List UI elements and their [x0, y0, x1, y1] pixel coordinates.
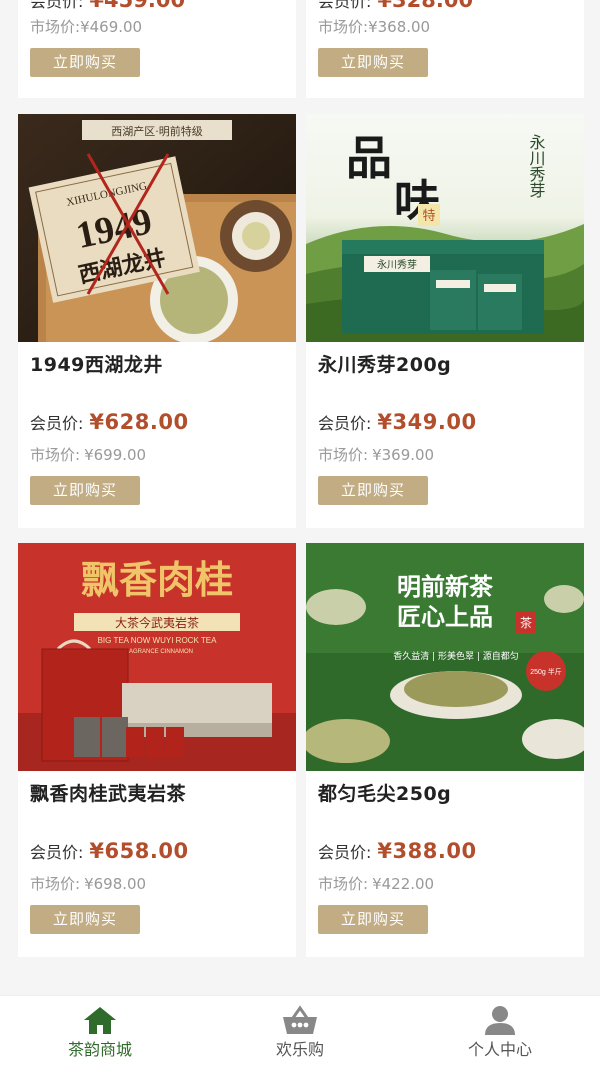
person-icon: [485, 1006, 515, 1035]
market-price-row: 市场价: ¥369.00: [318, 444, 434, 465]
product-name[interactable]: 飘香肉桂武夷岩茶: [30, 779, 186, 806]
member-price: ¥349.00: [377, 410, 477, 434]
product-card-top-left[interactable]: 会员价: ¥459.00 市场价:¥469.00 立即购买: [18, 0, 296, 98]
member-price-row: 会员价: ¥388.00: [318, 839, 477, 863]
member-price: ¥459.00: [89, 0, 186, 12]
member-price: ¥658.00: [89, 839, 189, 863]
basket-icon: [283, 1005, 317, 1034]
product-name[interactable]: 1949西湖龙井: [30, 350, 163, 377]
image-text-banner: 西湖产区·明前特级: [111, 124, 203, 138]
tab-label: 欢乐购: [275, 1040, 324, 1059]
market-price-label: 市场价:: [318, 446, 369, 464]
market-price-row: 市场价: ¥422.00: [318, 873, 434, 894]
image-text-title: 飘香肉桂: [81, 557, 233, 602]
product-card[interactable]: 飘香肉桂 大茶今武夷岩茶 BIG TEA NOW WUYI ROCK TEA F…: [18, 543, 296, 957]
member-price-label: 会员价:: [30, 414, 84, 433]
member-price-label: 会员价:: [318, 414, 372, 433]
market-price: ¥422.00: [372, 875, 435, 893]
buy-now-button[interactable]: 立即购买: [318, 48, 428, 77]
product-card[interactable]: 品 味 特 永川秀芽 永川秀芽 永川秀芽200g 会员价: ¥349.00 市场价…: [306, 114, 584, 528]
image-text-slogan: 香久益清 | 形美色翠 | 源自都匀: [393, 650, 519, 662]
market-price-label: 市场价:: [318, 18, 369, 36]
market-price-label: 市场价:: [30, 18, 81, 36]
member-price-row: 会员价: ¥658.00: [30, 839, 189, 863]
tab-personal-center[interactable]: 个人中心: [400, 996, 600, 1067]
image-text-vertical: 永川秀芽: [527, 134, 546, 198]
product-image[interactable]: 品 味 特 永川秀芽 永川秀芽: [306, 114, 584, 342]
member-price-row: 会员价: ¥328.00: [318, 0, 473, 12]
product-name[interactable]: 永川秀芽200g: [318, 350, 451, 377]
buy-now-button[interactable]: 立即购买: [30, 905, 140, 934]
market-price: ¥698.00: [84, 875, 147, 893]
tab-happy-shopping[interactable]: 欢乐购: [200, 996, 400, 1067]
member-price-label: 会员价:: [30, 0, 84, 11]
market-price-row: 市场价:¥368.00: [318, 16, 430, 37]
market-price: ¥368.00: [368, 18, 431, 36]
market-price: ¥369.00: [372, 446, 435, 464]
buy-now-button[interactable]: 立即购买: [318, 905, 428, 934]
market-price-label: 市场价:: [30, 446, 81, 464]
tab-tea-mall[interactable]: 茶韵商城: [0, 996, 200, 1067]
buy-now-button[interactable]: 立即购买: [30, 48, 140, 77]
product-name[interactable]: 都匀毛尖250g: [318, 779, 451, 806]
image-text-sub: 大茶今武夷岩茶: [115, 615, 199, 630]
member-price-label: 会员价:: [30, 843, 84, 862]
member-price: ¥388.00: [377, 839, 477, 863]
image-text-big1: 品: [346, 131, 392, 185]
product-image[interactable]: 飘香肉桂 大茶今武夷岩茶 BIG TEA NOW WUYI ROCK TEA F…: [18, 543, 296, 771]
market-price: ¥699.00: [84, 446, 147, 464]
member-price-label: 会员价:: [318, 843, 372, 862]
image-text-seal: 特: [422, 209, 435, 224]
buy-now-button[interactable]: 立即购买: [30, 476, 140, 505]
market-price: ¥469.00: [80, 18, 143, 36]
image-text-box: 永川秀芽: [377, 258, 417, 271]
member-price-label: 会员价:: [318, 0, 372, 11]
member-price-row: 会员价: ¥459.00: [30, 0, 185, 12]
market-price-row: 市场价: ¥699.00: [30, 444, 146, 465]
image-text-en2: FRAGRANCE CINNAMON: [121, 649, 193, 655]
image-text-en: BIG TEA NOW WUYI ROCK TEA: [98, 636, 217, 645]
image-text-tag: 250g 半斤: [530, 667, 562, 676]
member-price-row: 会员价: ¥628.00: [30, 410, 189, 434]
bottom-tab-bar: 茶韵商城 欢乐购 个人中心: [0, 995, 600, 1067]
market-price-label: 市场价:: [318, 875, 369, 893]
member-price-row: 会员价: ¥349.00: [318, 410, 477, 434]
member-price: ¥328.00: [377, 0, 474, 12]
image-text-line1: 明前新茶: [397, 573, 494, 601]
product-card[interactable]: 明前新茶 匠心上品 茶 香久益清 | 形美色翠 | 源自都匀 250g 半斤 都…: [306, 543, 584, 957]
tab-label: 个人中心: [467, 1040, 532, 1059]
market-price-row: 市场价: ¥698.00: [30, 873, 146, 894]
image-text-seal: 茶: [520, 615, 532, 630]
image-text-line2: 匠心上品: [397, 603, 493, 631]
product-card-top-right[interactable]: 会员价: ¥328.00 市场价:¥368.00 立即购买: [306, 0, 584, 98]
member-price: ¥628.00: [89, 410, 189, 434]
product-image[interactable]: 明前新茶 匠心上品 茶 香久益清 | 形美色翠 | 源自都匀 250g 半斤: [306, 543, 584, 771]
buy-now-button[interactable]: 立即购买: [318, 476, 428, 505]
product-card[interactable]: XIHULONGJING 1949 西湖龙井 西湖产区·明前特级 1949西湖龙…: [18, 114, 296, 528]
screen: 会员价: ¥459.00 市场价:¥469.00 立即购买 会员价: ¥328.00…: [0, 0, 600, 1067]
market-price-row: 市场价:¥469.00: [30, 16, 142, 37]
market-price-label: 市场价:: [30, 875, 81, 893]
home-icon: [84, 1007, 116, 1034]
tab-label: 茶韵商城: [67, 1040, 132, 1059]
product-image[interactable]: XIHULONGJING 1949 西湖龙井 西湖产区·明前特级: [18, 114, 296, 342]
